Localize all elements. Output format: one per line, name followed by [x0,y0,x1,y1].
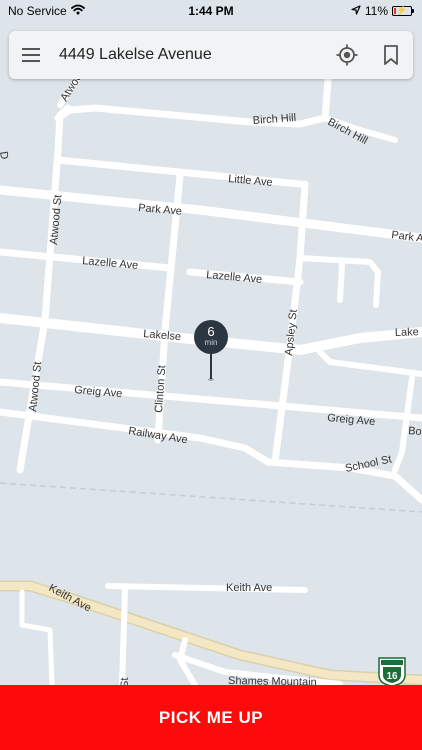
charging-bolt-icon: ⚡ [396,5,408,15]
street-label: Lake [395,326,419,339]
street-label: Keith Ave [226,582,272,594]
status-left: No Service [0,4,85,18]
app-root: Atwood Birch Hill Birch Hill Little Ave … [0,0,422,750]
address-search-bar[interactable]: 4449 Lakelse Avenue [9,31,413,79]
battery-icon: ⚡ [392,5,414,16]
pin-stem [210,353,212,379]
eta-unit: min [204,338,218,347]
bookmark-icon[interactable] [369,31,413,79]
highway-16-shield-icon: 16 [376,655,408,687]
hamburger-menu-icon[interactable] [9,31,53,79]
eta-value: 6 [207,324,215,339]
wifi-icon [70,4,85,18]
location-arrow-icon [351,4,361,18]
crosshair-locate-icon[interactable] [325,31,369,79]
address-text[interactable]: 4449 Lakelse Avenue [53,46,325,64]
pickup-location-pin[interactable]: 6 min [193,320,229,382]
highway-number: 16 [386,671,398,682]
carrier-label: No Service [8,4,67,18]
battery-percent: 11% [364,4,388,18]
status-bar: No Service 1:44 PM 11% ⚡ [0,0,422,22]
pick-me-up-button[interactable]: PICK ME UP [0,685,422,750]
street-label: Bo [408,425,422,438]
eta-bubble: 6 min [194,320,228,354]
pin-shadow [208,378,214,381]
status-right: 11% ⚡ [351,4,422,18]
